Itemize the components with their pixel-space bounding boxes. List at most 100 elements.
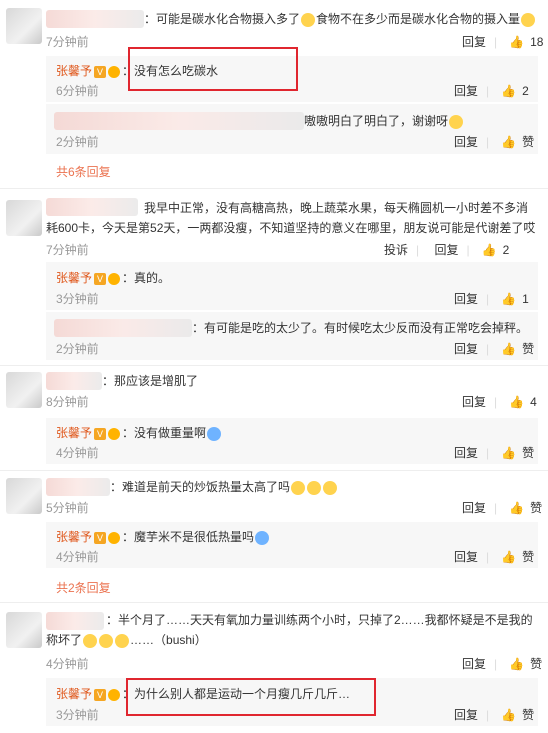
reply-button[interactable]: 回复 (462, 395, 486, 409)
reply-username[interactable]: 张馨予 (56, 530, 92, 544)
comment-text: ：那应该是增肌了 (102, 374, 199, 388)
emoji-icon (255, 530, 270, 545)
highlight-box (128, 47, 298, 91)
comment-time: 7分钟前 (46, 243, 89, 257)
avatar[interactable] (6, 372, 42, 408)
reply-item: 张馨予 V ：没有做重量啊 4分钟前 回复 | 👍 赞 (46, 418, 538, 464)
divider (0, 470, 548, 471)
reply-time: 6分钟前 (56, 84, 99, 98)
like-count[interactable]: 18 (530, 35, 543, 49)
reply-button[interactable]: 回复 (454, 342, 478, 356)
comment-time: 7分钟前 (46, 35, 89, 49)
reply-item: 张馨予 V ：魔芋米不是很低热量吗 4分钟前 回复 | 👍 赞 (46, 522, 538, 568)
reply-button[interactable]: 回复 (454, 446, 478, 460)
member-level-icon (108, 272, 121, 285)
emoji-icon (115, 633, 130, 648)
thumbs-up-icon[interactable]: 👍 (509, 656, 524, 672)
thumbs-up-icon[interactable]: 👍 (501, 707, 516, 723)
comment-text: ：半个月了……天天有氧加力量训练两个小时，只掉了2……我都怀疑是不是我的称坏了…… (46, 610, 540, 650)
like-button[interactable]: 赞 (530, 501, 542, 515)
reply-item: 嗷嗷明白了明白了，谢谢呀 2分钟前 回复 | 👍 赞 (46, 104, 538, 154)
thumbs-up-icon[interactable]: 👍 (482, 242, 497, 258)
reply-time: 2分钟前 (56, 135, 99, 149)
reply-text: ：真的。 (122, 271, 171, 285)
avatar[interactable] (6, 478, 42, 514)
verified-badge-icon: V (94, 427, 107, 440)
username[interactable] (46, 478, 110, 496)
emoji-icon (307, 480, 322, 495)
like-button[interactable]: 赞 (522, 550, 534, 564)
member-level-icon (108, 688, 121, 701)
verified-badge-icon: V (94, 65, 107, 78)
reply-text: 嗷嗷明白了明白了，谢谢呀 (304, 114, 449, 128)
reply-button[interactable]: 回复 (434, 243, 458, 257)
reply-button[interactable]: 回复 (454, 708, 478, 722)
like-count[interactable]: 4 (530, 395, 537, 409)
verified-badge-icon: V (94, 688, 107, 701)
reply-button[interactable]: 回复 (462, 657, 486, 671)
highlight-box (126, 678, 376, 716)
reply-time: 2分钟前 (56, 342, 99, 356)
like-button[interactable]: 赞 (522, 342, 534, 356)
emoji-icon (83, 633, 98, 648)
emoji-icon (521, 12, 536, 27)
reply-button[interactable]: 回复 (454, 292, 478, 306)
thumbs-up-icon[interactable]: 👍 (501, 341, 516, 357)
username[interactable] (46, 10, 144, 28)
emoji-icon (207, 426, 222, 441)
username[interactable] (46, 372, 102, 390)
comment-time: 4分钟前 (46, 657, 89, 671)
reply-username[interactable] (54, 319, 192, 337)
like-button[interactable]: 赞 (530, 657, 542, 671)
avatar[interactable] (6, 200, 42, 236)
reply-button[interactable]: 回复 (454, 550, 478, 564)
more-replies-link[interactable]: 共2条回复 (56, 580, 111, 596)
reply-time: 3分钟前 (56, 708, 99, 722)
thumbs-up-icon[interactable]: 👍 (509, 500, 524, 516)
more-replies-link[interactable]: 共6条回复 (56, 164, 111, 180)
avatar[interactable] (6, 8, 42, 44)
reply-username[interactable]: 张馨予 (56, 64, 92, 78)
comment-time: 5分钟前 (46, 501, 89, 515)
member-level-icon (108, 65, 121, 78)
like-button[interactable]: 赞 (522, 135, 534, 149)
reply-username[interactable]: 张馨予 (56, 426, 92, 440)
thumbs-up-icon[interactable]: 👍 (509, 394, 524, 410)
reply-button[interactable]: 回复 (462, 35, 486, 49)
like-count[interactable]: 2 (503, 243, 510, 257)
thumbs-up-icon[interactable]: 👍 (501, 291, 516, 307)
reply-text: ：魔芋米不是很低热量吗 (122, 530, 255, 544)
reply-button[interactable]: 回复 (462, 501, 486, 515)
thumbs-up-icon[interactable]: 👍 (501, 445, 516, 461)
reply-username[interactable] (54, 112, 304, 130)
reply-item: ：有可能是吃的太少了。有时候吃太少反而没有正常吃会掉秤。 2分钟前 回复 | 👍 赞 (46, 312, 538, 360)
thumbs-up-icon[interactable]: 👍 (509, 34, 524, 50)
like-count[interactable]: 2 (522, 84, 529, 98)
divider (0, 602, 548, 603)
comment-text: ：难道是前天的炒饭热量太高了吗 (110, 480, 291, 494)
like-count[interactable]: 1 (522, 292, 529, 306)
verified-badge-icon: V (94, 531, 107, 544)
reply-username[interactable]: 张馨予 (56, 271, 92, 285)
thumbs-up-icon[interactable]: 👍 (501, 549, 516, 565)
emoji-icon (449, 114, 464, 129)
comment-text-part2: ……（bushi） (130, 633, 207, 647)
emoji-icon (301, 12, 316, 27)
thumbs-up-icon[interactable]: 👍 (501, 83, 516, 99)
like-button[interactable]: 赞 (522, 446, 534, 460)
report-button[interactable]: 投诉 (384, 243, 408, 257)
emoji-icon (99, 633, 114, 648)
reply-button[interactable]: 回复 (454, 84, 478, 98)
like-button[interactable]: 赞 (522, 708, 534, 722)
reply-item: 张馨予 V ：真的。 3分钟前 回复 | 👍 1 (46, 262, 538, 310)
comment-text: ：可能是碳水化合物摄入多了 食物不在多少而是碳水化合物的摄入量 (144, 10, 536, 28)
member-level-icon (108, 531, 121, 544)
comment-text: 我早中正常，没有高糖高热，晚上蔬菜水果，每天椭圆机一小时差不多消耗600卡，今天… (46, 201, 536, 235)
thumbs-up-icon[interactable]: 👍 (501, 134, 516, 150)
avatar[interactable] (6, 612, 42, 648)
comment-actions: 回复 | 👍 18 (462, 34, 544, 50)
reply-username[interactable]: 张馨予 (56, 687, 92, 701)
reply-time: 3分钟前 (56, 292, 99, 306)
reply-button[interactable]: 回复 (454, 135, 478, 149)
emoji-icon (291, 480, 306, 495)
